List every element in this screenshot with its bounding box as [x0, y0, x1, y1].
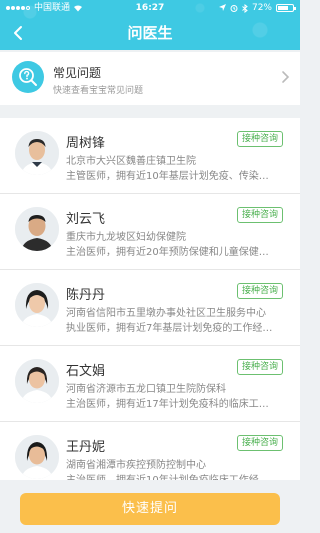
question-search-icon: [12, 61, 44, 93]
bottom-bar: 快速提问: [0, 481, 300, 533]
doctor-list: 周树锋 接种咨询 北京市大兴区魏善庄镇卫生院 主管医师，拥有近10年基层计划免疫…: [0, 118, 300, 480]
header-bar: 中国联通 16:27 72% 问医生: [0, 0, 300, 50]
doctor-avatar: [15, 435, 59, 479]
doctor-item[interactable]: 陈丹丹 接种咨询 河南省信阳市五里墩办事处社区卫生服务中心 执业医师，拥有近7年…: [0, 270, 300, 346]
doctor-org: 河南省济源市五龙口镇卫生院防保科: [66, 384, 226, 395]
doctor-name: 石文娟: [66, 364, 106, 379]
battery-percent: 72%: [251, 3, 272, 13]
doctor-org: 北京市大兴区魏善庄镇卫生院: [66, 156, 196, 167]
alarm-icon: [230, 5, 238, 12]
doctor-avatar: [15, 359, 59, 403]
consult-badge[interactable]: 接种咨询: [236, 283, 283, 299]
doctor-item[interactable]: 刘云飞 接种咨询 重庆市九龙坡区妇幼保健院 主治医师，拥有近20年预防保健和儿童…: [0, 194, 300, 270]
doctor-desc: 主治医师，拥有近10年计划免疫临床工作经…: [66, 471, 282, 480]
quick-ask-button[interactable]: 快速提问: [20, 493, 280, 525]
doctor-avatar: [15, 131, 59, 175]
doctor-desc: 主管医师，拥有近10年基层计划免疫、传染…: [66, 171, 269, 182]
faq-subtitle: 快速查看宝宝常见问题: [53, 86, 144, 96]
faq-title: 常见问题: [53, 66, 102, 80]
consult-badge[interactable]: 接种咨询: [236, 359, 283, 375]
doctor-avatar: [15, 283, 59, 327]
doctor-item[interactable]: 石文娟 接种咨询 河南省济源市五龙口镇卫生院防保科 主治医师，拥有近17年计划免…: [0, 346, 300, 422]
faq-entry[interactable]: 常见问题 快速查看宝宝常见问题: [0, 52, 300, 105]
doctor-avatar: [15, 207, 59, 251]
doctor-org: 河南省信阳市五里墩办事处社区卫生服务中心: [66, 308, 266, 319]
doctor-name: 陈丹丹: [66, 288, 106, 303]
battery-icon: [276, 4, 296, 12]
doctor-desc: 执业医师，拥有近7年基层计划免疫的工作经…: [66, 323, 273, 334]
page-title: 问医生: [127, 24, 173, 42]
doctor-org: 湖南省湘潭市疾控预防控制中心: [66, 460, 206, 471]
chevron-right-icon: [282, 71, 290, 83]
consult-badge[interactable]: 接种咨询: [236, 435, 283, 451]
doctor-desc: 主治医师，拥有近17年计划免疫科的临床工…: [66, 399, 269, 410]
doctor-name: 刘云飞: [66, 212, 106, 227]
status-bar: 中国联通 16:27 72%: [0, 0, 300, 16]
doctor-item[interactable]: 王丹妮 接种咨询 湖南省湘潭市疾控预防控制中心 主治医师，拥有近10年计划免疫临…: [0, 422, 300, 480]
consult-badge[interactable]: 接种咨询: [236, 131, 283, 147]
doctor-name: 王丹妮: [66, 440, 106, 455]
doctor-desc: 主治医师，拥有近20年预防保健和儿童保健…: [66, 247, 269, 258]
doctor-name: 周树锋: [66, 136, 106, 151]
doctor-org: 重庆市九龙坡区妇幼保健院: [66, 232, 186, 243]
doctor-item[interactable]: 周树锋 接种咨询 北京市大兴区魏善庄镇卫生院 主管医师，拥有近10年基层计划免疫…: [0, 118, 300, 194]
bluetooth-icon: [242, 3, 248, 13]
nav-bar: 问医生: [0, 16, 300, 50]
location-icon: [218, 4, 226, 11]
consult-badge[interactable]: 接种咨询: [236, 207, 283, 223]
